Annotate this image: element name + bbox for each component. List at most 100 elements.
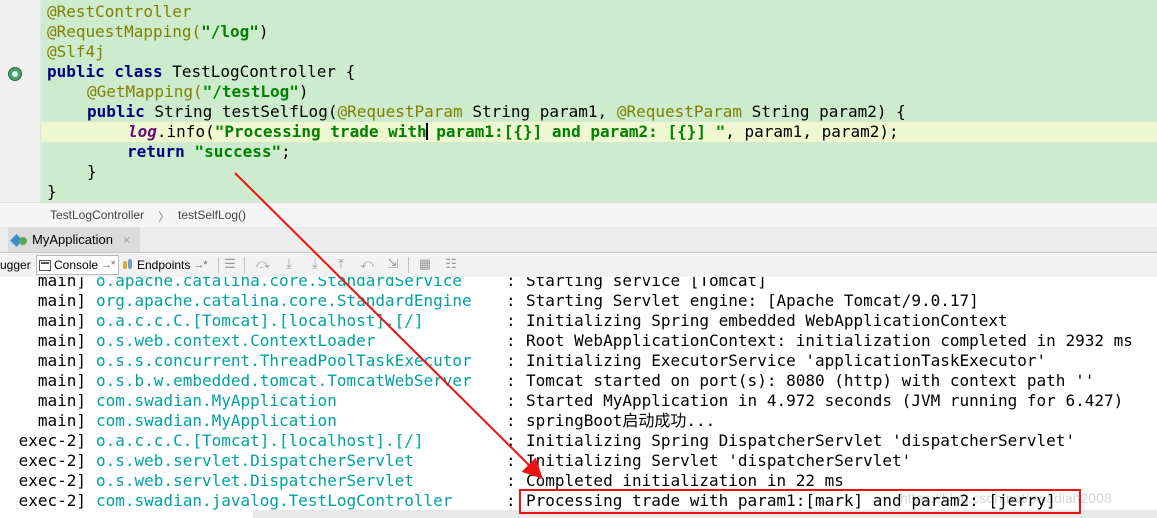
toolbar-separator <box>244 257 245 273</box>
log-message: Root WebApplicationContext: initializati… <box>526 331 1133 350</box>
thread-name: exec-2] <box>18 491 86 510</box>
console-log-row: main] o.s.s.concurrent.ThreadPoolTaskExec… <box>0 351 1157 371</box>
log-separator: : <box>506 451 516 470</box>
pin-icon[interactable]: →* <box>193 256 207 274</box>
logger-name: o.s.web.servlet.DispatcherServlet <box>96 471 414 490</box>
log-separator: : <box>506 311 516 330</box>
close-icon[interactable]: × <box>123 233 130 247</box>
code-text: .info( <box>156 122 215 141</box>
log-separator: : <box>506 391 516 410</box>
log-separator: : <box>506 491 516 510</box>
thread-name: main] <box>37 411 86 430</box>
thread-name: main] <box>37 351 86 370</box>
tab-debugger-label: ugger <box>0 258 31 272</box>
console-log-row: main] o.s.web.context.ContextLoader: Root … <box>0 331 1157 351</box>
code-text: ) <box>298 82 309 101</box>
highlight-box <box>519 489 1081 514</box>
tab-console[interactable]: Console →* <box>36 255 120 275</box>
logger-name: com.swadian.MyApplication <box>96 411 337 430</box>
logger-name: o.s.s.concurrent.ThreadPoolTaskExecutor <box>96 351 472 370</box>
console-log-row: main] com.swadian.MyApplication: springBoo… <box>0 411 1157 431</box>
tab-console-label: Console <box>54 258 99 272</box>
code-line-8: return "success"; <box>127 142 291 162</box>
thread-name: main] <box>37 391 86 410</box>
drop-frame-icon[interactable]: ⤺ <box>360 257 374 271</box>
console-output[interactable]: main] o.apache.catalina.core.StandardServ… <box>0 277 1157 518</box>
log-separator: : <box>506 331 516 350</box>
string-literal: "success" <box>184 142 282 161</box>
tab-debugger[interactable]: ugger <box>0 256 31 274</box>
console-icon <box>39 259 51 271</box>
code-editor[interactable]: @RestController @RequestMapping("/log") … <box>0 0 1157 202</box>
tab-endpoints[interactable]: Endpoints →* <box>122 256 208 274</box>
trace-icon[interactable]: ☷ <box>444 257 458 271</box>
code-text: String param2) { <box>742 102 906 121</box>
logger-name: com.swadian.javalog.TestLogController <box>96 491 453 510</box>
code-line-6: public String testSelfLog(@RequestParam … <box>87 102 906 122</box>
code-line-3: @Slf4j <box>47 42 105 62</box>
keyword: public class <box>47 62 163 81</box>
string-literal: "/testLog" <box>202 82 299 101</box>
step-into-icon[interactable]: ⤓ <box>308 257 322 271</box>
logger-name: o.s.web.context.ContextLoader <box>96 331 376 350</box>
annotation-get-mapping: @GetMapping( <box>87 82 203 101</box>
thread-name: exec-2] <box>18 431 86 450</box>
code-line-7-current[interactable]: log.info("Processing trade with param1:[… <box>41 122 1157 142</box>
editor-gutter[interactable] <box>0 0 41 202</box>
annotation-request-param: @RequestParam <box>616 102 743 121</box>
breadcrumb-class[interactable]: TestLogController <box>50 208 144 222</box>
show-execution-point-icon[interactable]: ⤼ <box>256 257 270 271</box>
log-message: Starting service [Tomcat] <box>526 277 767 290</box>
logger-name: o.s.web.servlet.DispatcherServlet <box>96 451 414 470</box>
evaluate-expression-icon[interactable]: ▦ <box>418 257 432 271</box>
logger-name: org.apache.catalina.core.StandardEngine <box>96 291 472 310</box>
spring-boot-app-icon <box>12 233 28 247</box>
annotation-request-mapping: @RequestMapping( <box>47 22 202 41</box>
keyword: public <box>87 102 145 121</box>
logger-name: o.s.b.w.embedded.tomcat.TomcatWebServer <box>96 371 472 390</box>
console-log-row: main] o.s.b.w.embedded.tomcat.TomcatWebSe… <box>0 371 1157 391</box>
code-line-5: @GetMapping("/testLog") <box>87 82 309 102</box>
code-line-2: @RequestMapping("/log") <box>47 22 269 42</box>
step-out-icon[interactable]: ⤒ <box>334 257 348 271</box>
run-to-cursor-icon[interactable]: ⇲ <box>386 257 400 271</box>
logger-name: o.apache.catalina.core.StandardService <box>96 277 463 290</box>
console-log-row: exec-2] o.a.c.c.C.[Tomcat].[localhost].[/… <box>0 431 1157 451</box>
breadcrumb-separator: 〉 <box>158 210 171 224</box>
breadcrumb-method[interactable]: testSelfLog() <box>178 208 246 222</box>
log-message: Started MyApplication in 4.972 seconds (… <box>526 391 1124 410</box>
console-log-row: main] org.apache.catalina.core.StandardEn… <box>0 291 1157 311</box>
closing-brace: } <box>47 182 57 201</box>
tab-endpoints-label: Endpoints <box>137 258 191 272</box>
step-over-icon[interactable]: ⤓ <box>282 257 296 271</box>
menu-icon[interactable]: ☰ <box>223 257 237 271</box>
log-message: springBoot启动成功... <box>526 411 716 430</box>
log-message: Initializing Spring DispatcherServlet 'd… <box>526 431 1076 450</box>
console-log-row: main] com.swadian.MyApplication: Started M… <box>0 391 1157 411</box>
keyword: return <box>127 142 185 161</box>
console-log-row: exec-2] o.s.web.servlet.DispatcherServlet… <box>0 471 1157 491</box>
thread-name: main] <box>37 311 86 330</box>
console-log-row: main] o.a.c.c.C.[Tomcat].[localhost].[/]:… <box>0 311 1157 331</box>
pin-icon[interactable]: →* <box>101 256 115 274</box>
code-line-4: public class TestLogController { <box>47 62 355 82</box>
code-text: , param1, param2); <box>725 122 899 141</box>
log-message: Completed initialization in 22 ms <box>526 471 844 490</box>
log-field: log <box>128 122 157 141</box>
thread-name: main] <box>37 291 86 310</box>
log-separator: : <box>506 351 516 370</box>
run-tab-bar: MyApplication × <box>0 227 1157 253</box>
run-tab-label: MyApplication <box>32 232 113 247</box>
console-log-row: exec-2] o.s.web.servlet.DispatcherServlet… <box>0 451 1157 471</box>
log-message: Tomcat started on port(s): 8080 (http) w… <box>526 371 1095 390</box>
run-toolbar: ugger Console →* Endpoints →* ☰ ⤼ ⤓ ⤓ ⤒ … <box>0 253 1157 278</box>
run-tab-myapplication[interactable]: MyApplication × <box>8 227 140 252</box>
thread-name: main] <box>37 331 86 350</box>
annotation-slf4j: @Slf4j <box>47 42 105 61</box>
spring-bean-icon[interactable] <box>8 67 22 81</box>
code-line-1: @RestController <box>47 2 192 22</box>
code-text: String param1, <box>462 102 617 121</box>
toolbar-separator <box>408 257 409 273</box>
log-message: Starting Servlet engine: [Apache Tomcat/… <box>526 291 979 310</box>
log-separator: : <box>506 471 516 490</box>
